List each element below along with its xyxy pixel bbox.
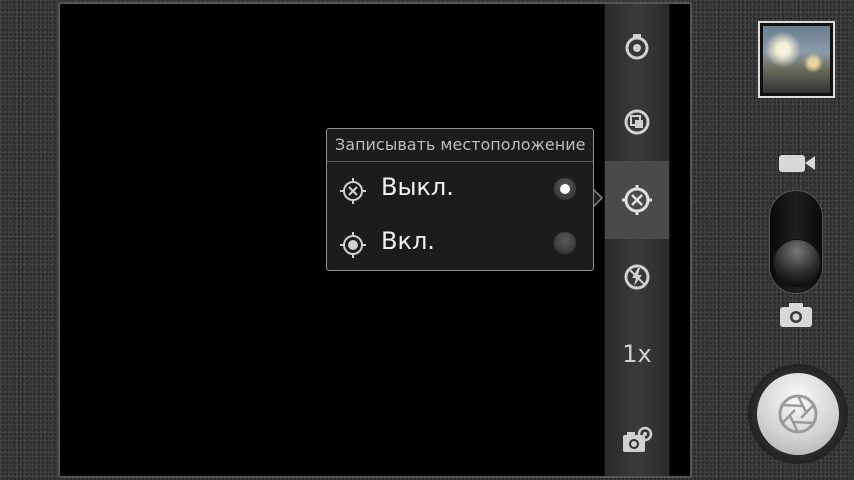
zoom-button[interactable]: 1x (605, 326, 669, 382)
zoom-label: 1x (622, 340, 652, 368)
camera-settings-button[interactable] (605, 412, 669, 468)
mode-switch-knob[interactable] (773, 239, 821, 287)
radio-button[interactable] (553, 231, 577, 255)
radio-button-checked[interactable] (553, 177, 577, 201)
option-label: Вкл. (381, 227, 435, 255)
option-location-off[interactable]: Выкл. (327, 165, 593, 215)
location-off-icon (622, 185, 652, 215)
popup-divider (327, 161, 593, 162)
exposure-icon (624, 109, 650, 135)
mode-switch[interactable] (769, 190, 823, 294)
shutter-button-face (757, 373, 839, 455)
last-photo-thumbnail[interactable] (758, 21, 835, 98)
exposure-button[interactable] (605, 94, 669, 150)
shutter-button[interactable] (748, 364, 848, 464)
flash-off-icon (624, 264, 650, 290)
location-setting-button[interactable] (605, 161, 669, 239)
thumbnail-image (763, 26, 830, 93)
location-popup: Записывать местоположение Выкл. Вкл. (326, 128, 594, 271)
scene-mode-button[interactable] (605, 18, 669, 74)
popup-title: Записывать местоположение (335, 135, 586, 154)
camera-settings-icon (623, 426, 653, 452)
location-on-icon (340, 232, 366, 258)
option-location-on[interactable]: Вкл. (327, 219, 593, 269)
option-label: Выкл. (381, 173, 454, 201)
video-camera-icon (779, 155, 815, 172)
shutter-icon (778, 394, 818, 434)
scene-mode-icon (625, 34, 649, 60)
location-off-icon (340, 178, 366, 204)
camera-icon (780, 303, 812, 327)
camera-settings-bar: 1x (604, 4, 670, 476)
flash-button[interactable] (605, 249, 669, 305)
